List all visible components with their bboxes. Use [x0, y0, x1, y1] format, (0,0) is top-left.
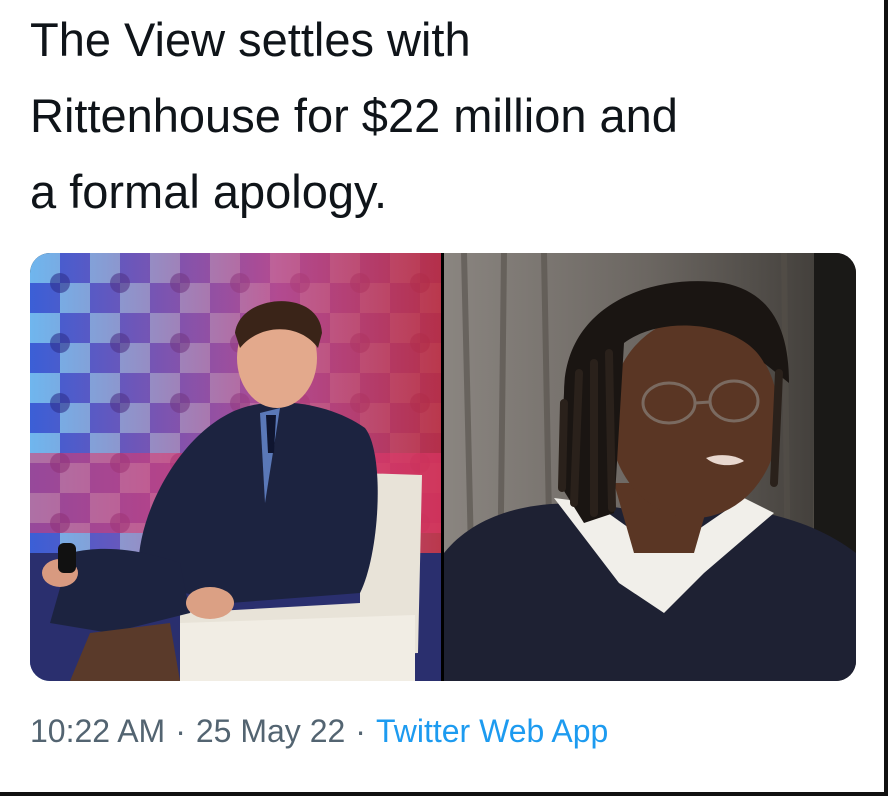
tweet-meta: 10:22 AM · 25 May 22 · Twitter Web App — [30, 713, 608, 750]
tweet-text: The View settles with Rittenhouse for $2… — [30, 2, 860, 230]
photo-left[interactable] — [30, 253, 441, 681]
tweet-media[interactable] — [30, 253, 856, 681]
tweet-text-line-1: The View settles with — [30, 13, 471, 66]
meta-separator: · — [175, 713, 186, 749]
tweet-text-line-3: a formal apology. — [30, 165, 388, 218]
meta-separator: · — [355, 713, 366, 749]
tweet-time[interactable]: 10:22 AM — [30, 713, 165, 749]
tweet-date[interactable]: 25 May 22 — [196, 713, 345, 749]
photo-right[interactable] — [444, 253, 856, 681]
tweet-card: The View settles with Rittenhouse for $2… — [0, 0, 888, 796]
tweet-source-link[interactable]: Twitter Web App — [376, 713, 608, 749]
tweet-text-line-2: Rittenhouse for $22 million and — [30, 89, 678, 142]
